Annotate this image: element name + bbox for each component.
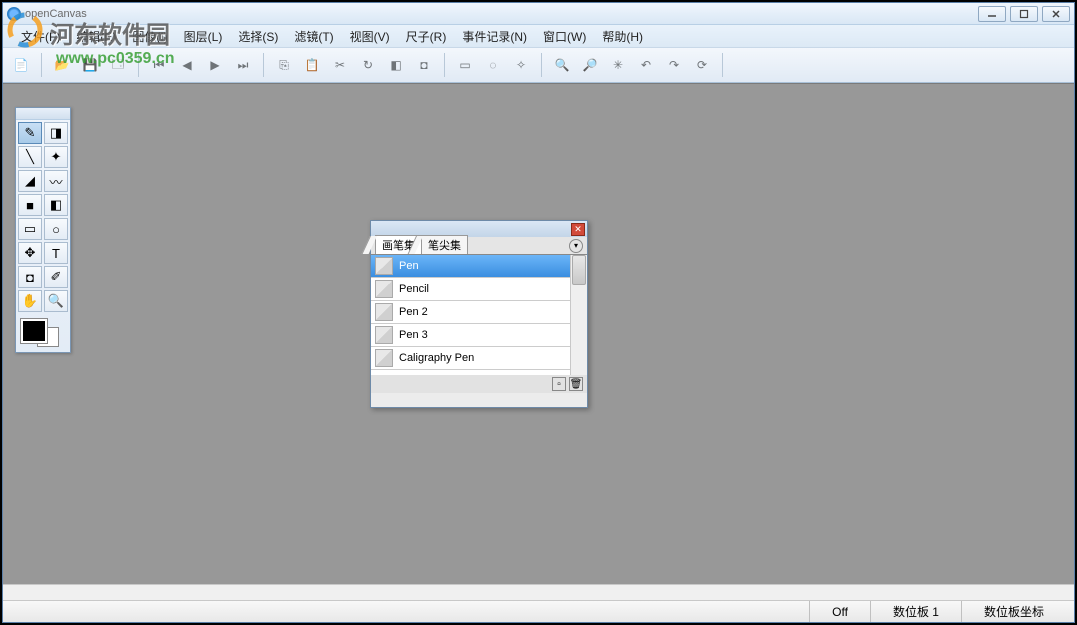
menu-view[interactable]: 视图(V) — [342, 25, 398, 47]
brush-icon — [375, 257, 393, 275]
select-oval-tool[interactable]: ○ — [44, 218, 68, 240]
horizontal-scrollbar[interactable] — [3, 584, 1074, 600]
paste-icon[interactable]: 📋 — [300, 53, 324, 77]
brush-icon — [375, 326, 393, 344]
move-tool[interactable]: ✥ — [18, 242, 42, 264]
tab-tip-set[interactable]: 笔尖集 — [421, 235, 468, 254]
crop-tool[interactable]: ◘ — [18, 266, 42, 288]
nav-next-icon[interactable]: ▶ — [203, 53, 227, 77]
minimize-button[interactable] — [978, 6, 1006, 22]
shape-tool[interactable]: ■ — [18, 194, 42, 216]
select-rect-icon[interactable]: ▭ — [453, 53, 477, 77]
status-tablet: 数位板 1 — [870, 601, 961, 622]
zoom-tool[interactable]: 🔍 — [44, 290, 68, 312]
reset-view-icon[interactable]: ✳ — [606, 53, 630, 77]
new-file-icon[interactable]: 📄 — [9, 53, 33, 77]
undo-icon[interactable]: ↶ — [634, 53, 658, 77]
menubar: 文件(F) 编辑(E) 图像(I) 图层(L) 选择(S) 滤镜(T) 视图(V… — [3, 25, 1074, 47]
refresh-icon[interactable]: ⟳ — [690, 53, 714, 77]
status-off: Off — [809, 601, 870, 622]
clone-tool[interactable]: ✦ — [44, 146, 68, 168]
status-coords: 数位板坐标 — [961, 601, 1066, 622]
open-folder-icon[interactable]: 📂 — [50, 53, 74, 77]
zoom-in-icon[interactable]: 🔍 — [550, 53, 574, 77]
brush-tool[interactable]: ╲ — [18, 146, 42, 168]
menu-window[interactable]: 窗口(W) — [535, 25, 594, 47]
print-icon[interactable]: 🗔 — [106, 53, 130, 77]
select-wand-icon[interactable]: ✧ — [509, 53, 533, 77]
scrollbar[interactable] — [570, 255, 587, 375]
brush-list-item[interactable]: Caligraphy Pen — [371, 347, 570, 370]
foreground-color[interactable] — [21, 319, 47, 343]
fill-tool[interactable]: ◢ — [18, 170, 42, 192]
toolbox-panel[interactable]: ✎◨╲✦◢〰■◧▭○✥T◘✐✋🔍 — [15, 107, 71, 353]
hand-tool[interactable]: ✋ — [18, 290, 42, 312]
app-window: openCanvas 文件(F) 编辑(E) 图像(I) 图层(L) 选择(S)… — [2, 2, 1075, 623]
rotate-icon[interactable]: ↻ — [356, 53, 380, 77]
brush-icon — [375, 349, 393, 367]
menu-select[interactable]: 选择(S) — [230, 25, 286, 47]
pen-tool[interactable]: ✎ — [18, 122, 42, 144]
select-rect-tool[interactable]: ▭ — [18, 218, 42, 240]
menu-help[interactable]: 帮助(H) — [594, 25, 651, 47]
redo-icon[interactable]: ↷ — [662, 53, 686, 77]
nav-last-icon[interactable]: ⏭ — [231, 53, 255, 77]
scroll-thumb[interactable] — [572, 255, 586, 285]
app-logo-icon — [7, 7, 21, 21]
toolbar: 📄 📂 💾 🗔 ⏮ ◀ ▶ ⏭ ⎘ 📋 ✂ ↻ ◧ ◘ ▭ ◌ ✧ 🔍 🔎 ✳ … — [3, 47, 1074, 83]
brush-set-panel[interactable]: ✕ 画笔集 笔尖集 ▾ PenPencilPen 2Pen 3Caligraph… — [370, 220, 588, 408]
text-tool[interactable]: T — [44, 242, 68, 264]
nav-prev-icon[interactable]: ◀ — [175, 53, 199, 77]
eyedropper-tool[interactable]: ✐ — [44, 266, 68, 288]
zoom-out-icon[interactable]: 🔎 — [578, 53, 602, 77]
menu-image[interactable]: 图像(I) — [124, 25, 175, 47]
crop-icon[interactable]: ◘ — [412, 53, 436, 77]
brush-label: Pencil — [399, 283, 429, 295]
brush-list-item[interactable]: Pen 3 — [371, 324, 570, 347]
close-button[interactable] — [1042, 6, 1070, 22]
brush-label: Pen 2 — [399, 306, 428, 318]
brush-list-item[interactable]: Pen — [371, 255, 570, 278]
brush-icon — [375, 280, 393, 298]
brush-label: Pen — [399, 260, 419, 272]
select-lasso-icon[interactable]: ◌ — [481, 53, 505, 77]
brush-list-item[interactable]: Pencil — [371, 278, 570, 301]
panel-menu-icon[interactable]: ▾ — [569, 239, 583, 253]
menu-ruler[interactable]: 尺子(R) — [398, 25, 455, 47]
menu-layer[interactable]: 图层(L) — [176, 25, 231, 47]
statusbar: Off 数位板 1 数位板坐标 — [3, 600, 1074, 622]
copy-icon[interactable]: ⎘ — [272, 53, 296, 77]
titlebar[interactable]: openCanvas — [3, 3, 1074, 25]
menu-filter[interactable]: 滤镜(T) — [286, 25, 341, 47]
workspace: ✎◨╲✦◢〰■◧▭○✥T◘✐✋🔍 ✕ 画笔集 笔尖集 ▾ PenPencilPe… — [3, 83, 1074, 584]
brush-label: Caligraphy Pen — [399, 352, 474, 364]
eraser-tool[interactable]: ◨ — [44, 122, 68, 144]
eraser-icon[interactable]: ◧ — [384, 53, 408, 77]
toolbox-header[interactable] — [16, 108, 70, 120]
menu-file[interactable]: 文件(F) — [13, 25, 68, 47]
smudge-tool[interactable]: 〰 — [44, 170, 68, 192]
delete-brush-icon[interactable]: 🗑 — [569, 377, 583, 391]
brush-list-item[interactable]: Pen 2 — [371, 301, 570, 324]
brush-label: Pen 3 — [399, 329, 428, 341]
menu-edit[interactable]: 编辑(E) — [68, 25, 124, 47]
window-title: openCanvas — [25, 8, 87, 20]
cut-icon[interactable]: ✂ — [328, 53, 352, 77]
maximize-button[interactable] — [1010, 6, 1038, 22]
menu-event[interactable]: 事件记录(N) — [454, 25, 535, 47]
close-icon[interactable]: ✕ — [571, 223, 585, 236]
brush-icon — [375, 303, 393, 321]
nav-first-icon[interactable]: ⏮ — [147, 53, 171, 77]
gradient-tool[interactable]: ◧ — [44, 194, 68, 216]
save-icon[interactable]: 💾 — [78, 53, 102, 77]
new-brush-icon[interactable]: ▫ — [552, 377, 566, 391]
color-well[interactable] — [16, 314, 70, 352]
